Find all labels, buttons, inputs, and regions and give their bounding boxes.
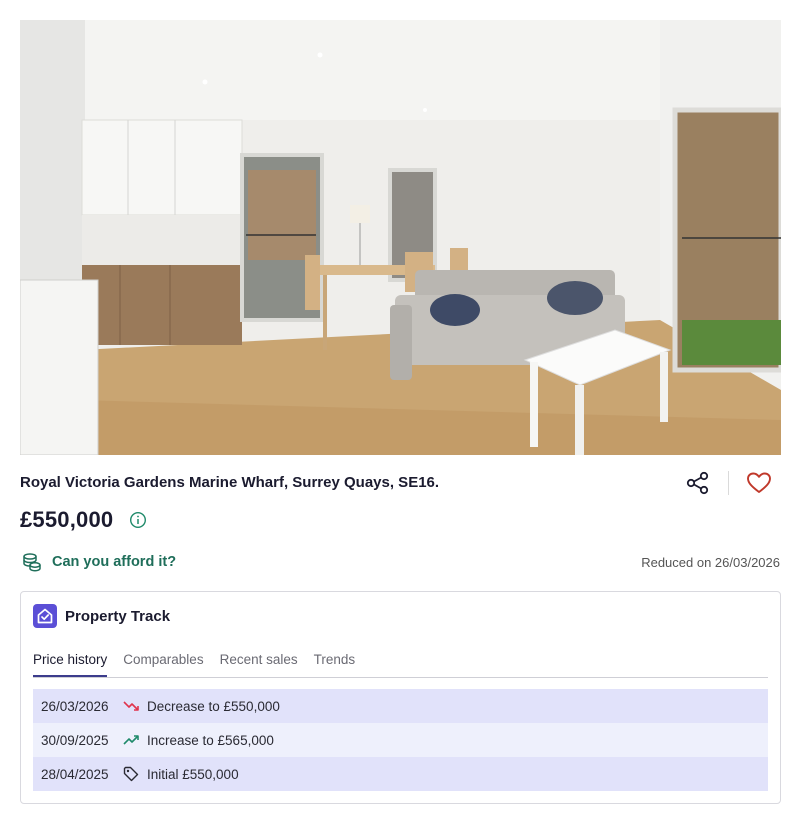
trend-up-icon (123, 735, 139, 745)
listing-title: Royal Victoria Gardens Marine Wharf, Sur… (20, 474, 440, 491)
price-history-row: 28/04/2025 Initial £550,000 (33, 757, 768, 791)
info-icon (129, 511, 147, 529)
tag-icon (123, 766, 139, 782)
history-text: Decrease to £550,000 (147, 698, 280, 714)
history-text: Initial £550,000 (147, 766, 239, 782)
history-date: 30/09/2025 (41, 732, 109, 748)
history-date: 28/04/2025 (41, 766, 109, 782)
favourite-button[interactable] (745, 469, 773, 497)
tab-comparables[interactable]: Comparables (123, 652, 203, 677)
property-track-card: Property Track Price history Comparables… (20, 591, 781, 804)
property-track-tabs: Price history Comparables Recent sales T… (33, 652, 768, 678)
share-button[interactable] (684, 469, 712, 497)
price-history-list: 26/03/2026 Decrease to £550,000 30/09/20… (33, 689, 768, 791)
tab-trends[interactable]: Trends (314, 652, 356, 677)
price-history-row: 30/09/2025 Increase to £565,000 (33, 723, 768, 757)
tab-recent-sales[interactable]: Recent sales (220, 652, 298, 677)
property-track-header: Property Track (33, 604, 170, 628)
history-text: Increase to £565,000 (147, 732, 274, 748)
trend-down-icon (123, 701, 139, 711)
heart-icon (747, 472, 771, 493)
history-date: 26/03/2026 (41, 698, 109, 714)
listing-price: £550,000 (20, 507, 114, 532)
afford-link-label: Can you afford it? (52, 554, 177, 570)
price-info-button[interactable] (129, 511, 147, 529)
share-icon (686, 471, 709, 495)
tab-price-history[interactable]: Price history (33, 652, 108, 677)
house-check-icon (33, 604, 57, 628)
coins-icon (23, 553, 41, 572)
afford-link[interactable]: Can you afford it? (22, 552, 176, 572)
property-photo-illustration (20, 20, 781, 455)
property-track-title: Property Track (65, 607, 171, 625)
action-divider (728, 471, 729, 495)
property-photo[interactable] (20, 20, 781, 455)
price-history-row: 26/03/2026 Decrease to £550,000 (33, 689, 768, 723)
reduced-date: Reduced on 26/03/2026 (641, 555, 780, 570)
